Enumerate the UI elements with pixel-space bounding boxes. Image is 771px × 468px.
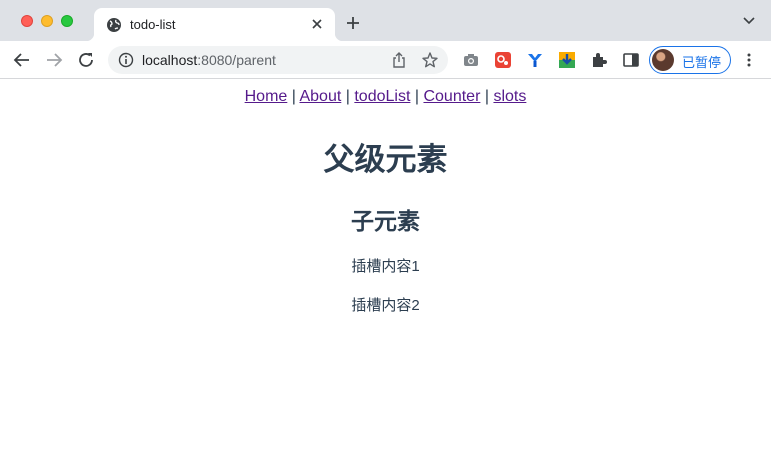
tab-title: todo-list	[130, 17, 176, 32]
download-extension-icon[interactable]	[558, 51, 576, 69]
nav-separator: |	[484, 88, 489, 105]
red-extension-icon[interactable]	[494, 51, 512, 69]
maximize-window-button[interactable]	[61, 15, 73, 27]
nav-link-home[interactable]: Home	[245, 88, 288, 105]
nav-separator: |	[291, 88, 296, 105]
nav-bar: Home | About | todoList | Counter | slot…	[0, 88, 771, 106]
parent-heading: 父级元素	[323, 142, 448, 177]
info-icon[interactable]	[118, 52, 134, 68]
close-window-button[interactable]	[21, 15, 33, 27]
camera-icon[interactable]	[462, 51, 480, 69]
sidepanel-icon[interactable]	[622, 51, 640, 69]
page-content: Home | About | todoList | Counter | slot…	[0, 79, 771, 468]
forward-arrow-icon[interactable]	[44, 50, 64, 70]
profile-status-label: 已暂停	[682, 55, 722, 70]
star-icon[interactable]	[421, 51, 439, 69]
nav-separator: |	[414, 88, 420, 105]
child-heading: 子元素	[351, 208, 420, 234]
nav-link-counter[interactable]: Counter	[423, 88, 480, 105]
close-icon[interactable]	[309, 16, 325, 32]
kebab-menu-icon[interactable]	[741, 52, 757, 68]
url-text[interactable]: localhost:8080/parent	[142, 52, 276, 68]
minimize-window-button[interactable]	[41, 15, 53, 27]
nav-link-slots[interactable]: slots	[493, 88, 526, 105]
active-tab[interactable]: todo-list	[86, 8, 343, 41]
slot-content-1: 插槽内容1	[351, 258, 420, 275]
blue-y-extension-icon[interactable]	[526, 51, 544, 69]
chevron-down-icon[interactable]	[743, 17, 755, 25]
globe-icon	[107, 18, 121, 32]
back-arrow-icon[interactable]	[12, 50, 32, 70]
nav-link-todolist[interactable]: todoList	[354, 88, 410, 105]
share-icon[interactable]	[391, 51, 407, 69]
profile-button[interactable]: 已暂停	[649, 46, 731, 74]
url-host: localhost	[142, 52, 198, 68]
slot-content-2: 插槽内容2	[351, 297, 420, 314]
plus-icon[interactable]	[345, 15, 361, 31]
url-path: :8080/parent	[197, 52, 276, 68]
reload-icon[interactable]	[76, 50, 96, 70]
puzzle-icon[interactable]	[590, 51, 608, 69]
address-bar[interactable]: localhost:8080/parent	[108, 46, 448, 74]
nav-separator: |	[345, 88, 350, 105]
avatar	[652, 49, 674, 71]
tab-strip: todo-list	[0, 0, 771, 41]
nav-link-about[interactable]: About	[299, 88, 341, 105]
